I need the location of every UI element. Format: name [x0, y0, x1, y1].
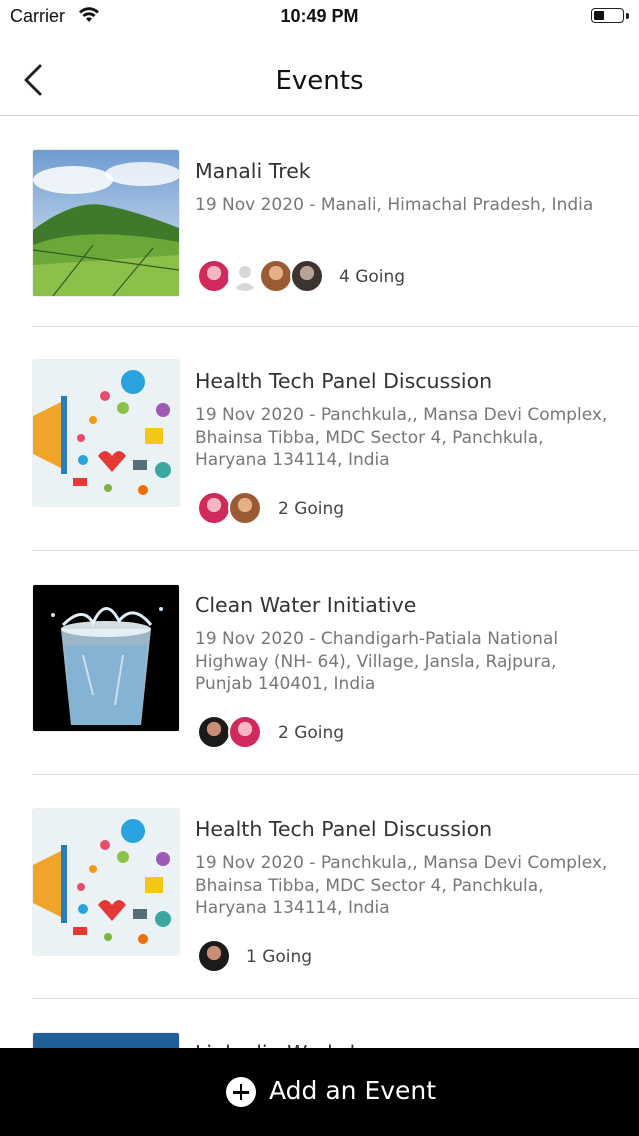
avatar [259, 259, 293, 293]
add-event-label: Add an Event [269, 1076, 437, 1105]
event-subtitle: 19 Nov 2020 - Manali, Himachal Pradesh, … [195, 195, 594, 215]
event-item[interactable]: Clean Water Initiative 19 Nov 2020 - Cha… [0, 551, 639, 775]
avatar [228, 715, 262, 749]
avatar [197, 259, 231, 293]
event-item[interactable]: Health Tech Panel Discussion 19 Nov 2020… [0, 327, 639, 551]
event-image-mountain [32, 149, 180, 297]
going-count: 2 Going [278, 499, 345, 519]
nav-bar: Events [0, 34, 639, 116]
going-count: 2 Going [278, 723, 345, 743]
status-time: 10:49 PM [280, 6, 359, 26]
avatar [290, 259, 324, 293]
going-count: 4 Going [339, 267, 406, 287]
avatar [197, 939, 231, 973]
event-subtitle: 19 Nov 2020 - Chandigarh-Patiala Nationa… [195, 629, 559, 694]
event-title: Health Tech Panel Discussion [195, 369, 493, 393]
event-image-megaphone [32, 359, 180, 507]
avatar [197, 491, 231, 525]
battery-icon [591, 8, 629, 25]
avatar [228, 491, 262, 525]
add-event-button[interactable]: Add an Event [0, 1048, 639, 1136]
page-title: Events [275, 66, 364, 96]
avatar [228, 259, 262, 293]
status-bar: Carrier 10:49 PM [0, 0, 639, 34]
avatar [197, 715, 231, 749]
event-title: Health Tech Panel Discussion [195, 817, 493, 841]
event-subtitle: 19 Nov 2020 - Panchkula,, Mansa Devi Com… [195, 853, 608, 918]
bottom-bar: Add an Event [0, 1048, 639, 1136]
going-count: 1 Going [246, 947, 313, 967]
plus-circle-icon [226, 1077, 256, 1107]
event-title: Clean Water Initiative [195, 593, 417, 617]
event-item[interactable]: Health Tech Panel Discussion 19 Nov 2020… [0, 775, 639, 999]
event-subtitle: 19 Nov 2020 - Panchkula,, Mansa Devi Com… [195, 405, 608, 470]
event-item[interactable]: Manali Trek 19 Nov 2020 - Manali, Himach… [0, 117, 639, 327]
event-image-megaphone [32, 808, 180, 956]
event-image-water-glass [32, 584, 180, 732]
event-title: Manali Trek [195, 159, 311, 183]
